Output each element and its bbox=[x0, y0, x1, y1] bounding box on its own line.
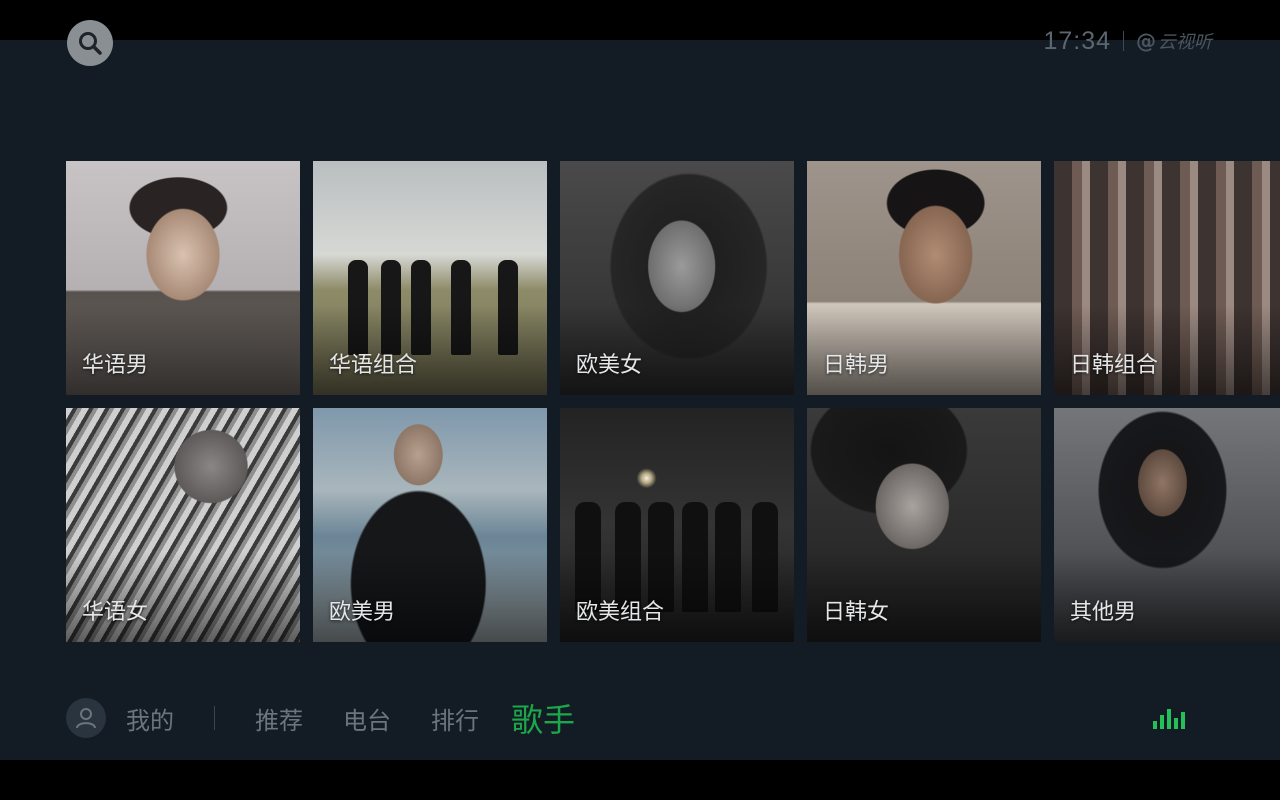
tile-label: 其他男 bbox=[1070, 600, 1137, 625]
brand-mark-icon: @ bbox=[1136, 29, 1156, 53]
tile-label: 华语男 bbox=[82, 353, 149, 378]
clock: 17:34 bbox=[1043, 26, 1111, 55]
tile-label: 日韩组合 bbox=[1070, 353, 1159, 378]
search-icon bbox=[79, 32, 102, 55]
brand-logo: @ 云视听 bbox=[1136, 28, 1212, 54]
bottom-nav: 我的 推荐 电台 排行 歌手 bbox=[66, 695, 575, 741]
tab-radio[interactable]: 电台 bbox=[343, 701, 391, 736]
tile-label: 欧美女 bbox=[576, 353, 643, 378]
tile-label: 欧美男 bbox=[329, 600, 396, 625]
status-divider bbox=[1123, 31, 1124, 51]
brand-name: 云视听 bbox=[1158, 32, 1212, 53]
tab-recommend[interactable]: 推荐 bbox=[255, 701, 303, 736]
avatar[interactable] bbox=[66, 698, 106, 738]
singer-tile-western-female[interactable]: 欧美女 bbox=[560, 161, 794, 395]
tab-charts[interactable]: 排行 bbox=[431, 701, 479, 736]
search-button[interactable] bbox=[67, 20, 113, 66]
tile-label: 华语组合 bbox=[329, 353, 418, 378]
singer-tile-chinese-male[interactable]: 华语男 bbox=[66, 161, 300, 395]
tile-label: 日韩男 bbox=[823, 353, 890, 378]
status-bar: 17:34 @ 云视听 bbox=[1043, 26, 1212, 56]
tile-label: 日韩女 bbox=[823, 600, 890, 625]
singer-tile-other-male[interactable]: 其他男 bbox=[1054, 408, 1280, 642]
user-icon bbox=[76, 708, 96, 729]
tile-label: 华语女 bbox=[82, 600, 149, 625]
equalizer-icon[interactable] bbox=[1153, 709, 1185, 729]
nav-divider bbox=[214, 706, 215, 730]
tab-singers[interactable]: 歌手 bbox=[511, 695, 575, 741]
singer-tile-western-group[interactable]: 欧美组合 bbox=[560, 408, 794, 642]
tile-label: 欧美组合 bbox=[576, 600, 665, 625]
bottom-bezel bbox=[0, 760, 1280, 800]
singer-tile-jpkr-female[interactable]: 日韩女 bbox=[807, 408, 1041, 642]
singer-tile-jpkr-male[interactable]: 日韩男 bbox=[807, 161, 1041, 395]
singer-category-screen bbox=[0, 40, 1280, 760]
singer-tile-jpkr-group[interactable]: 日韩组合 bbox=[1054, 161, 1280, 395]
nav-mine[interactable]: 我的 bbox=[126, 701, 174, 736]
singer-tile-chinese-group[interactable]: 华语组合 bbox=[313, 161, 547, 395]
singer-tile-western-male[interactable]: 欧美男 bbox=[313, 408, 547, 642]
singer-tile-chinese-female[interactable]: 华语女 bbox=[66, 408, 300, 642]
